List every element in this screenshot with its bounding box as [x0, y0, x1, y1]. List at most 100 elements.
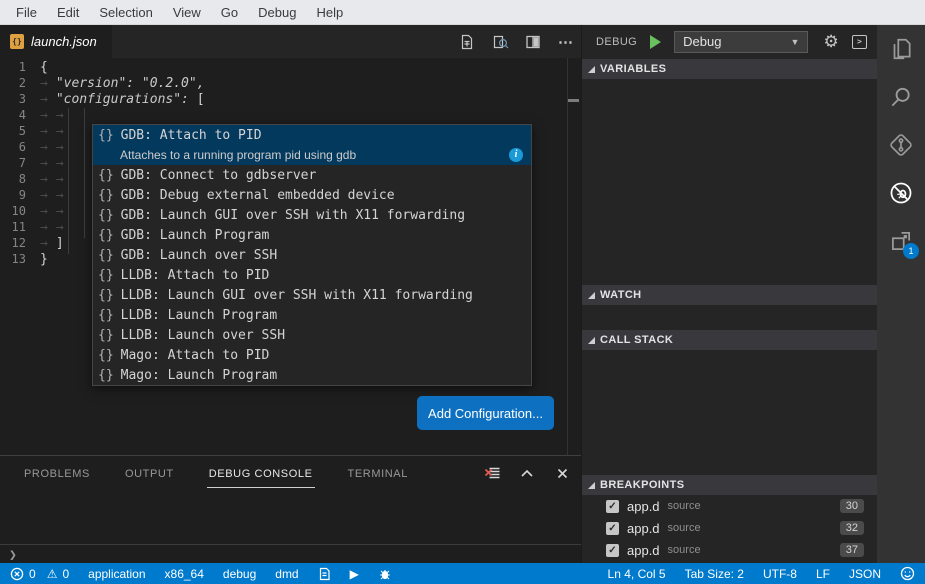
- chevron-down-icon: ▼: [791, 37, 800, 47]
- add-configuration-button[interactable]: Add Configuration...: [417, 396, 554, 430]
- encoding-status[interactable]: UTF-8: [763, 567, 797, 581]
- suggest-item-label: GDB: Attach to PID: [121, 128, 262, 143]
- build-mode-status[interactable]: debug: [223, 567, 256, 581]
- twisty-expanded-icon: [588, 337, 595, 344]
- whitespace-tab-arrows: →: [40, 76, 56, 92]
- section-variables[interactable]: VARIABLES: [582, 59, 877, 79]
- open-preview-icon[interactable]: [491, 33, 509, 51]
- console-input-divider: [0, 544, 581, 545]
- search-icon[interactable]: [877, 73, 925, 121]
- menu-item[interactable]: File: [6, 5, 47, 20]
- cursor-position-status[interactable]: Ln 4, Col 5: [608, 567, 666, 581]
- code-line[interactable]: 2→"version": "0.2.0",: [0, 76, 581, 92]
- suggest-item[interactable]: {} Mago: Launch Program: [93, 365, 531, 385]
- warning-icon: ⚠: [47, 567, 58, 581]
- snippet-braces-icon: {}: [98, 128, 114, 143]
- close-panel-icon[interactable]: [553, 464, 571, 482]
- section-call-stack[interactable]: CALL STACK: [582, 330, 877, 350]
- code-bracket: }: [40, 252, 48, 268]
- more-actions-icon[interactable]: ⋯: [557, 33, 575, 51]
- code-line[interactable]: 1{: [0, 60, 581, 76]
- breakpoint-checkbox[interactable]: ✓: [606, 522, 619, 535]
- breakpoint-checkbox[interactable]: ✓: [606, 500, 619, 513]
- gear-icon[interactable]: ⚙: [823, 33, 838, 50]
- compiler-status[interactable]: dmd: [275, 567, 298, 581]
- snippet-braces-icon: {}: [98, 348, 114, 363]
- run-icon[interactable]: ▶: [350, 567, 359, 581]
- menu-item[interactable]: Edit: [47, 5, 89, 20]
- split-editor-icon[interactable]: [524, 33, 542, 51]
- explorer-icon[interactable]: [877, 25, 925, 73]
- whitespace-tab-arrows: →→: [40, 124, 72, 140]
- clear-console-icon[interactable]: [483, 464, 501, 482]
- section-label: WATCH: [600, 289, 642, 301]
- breakpoint-row[interactable]: ✓ app.d source 30: [582, 495, 877, 517]
- code-bracket: ]: [56, 236, 64, 252]
- collapse-panel-icon[interactable]: [518, 464, 536, 482]
- debug-console-icon[interactable]: >: [852, 35, 867, 49]
- error-count: 0: [29, 567, 36, 581]
- problems-status[interactable]: 0 ⚠ 0: [10, 567, 69, 581]
- file-icon[interactable]: [318, 567, 331, 581]
- suggest-item[interactable]: {} LLDB: Launch GUI over SSH with X11 fo…: [93, 285, 531, 305]
- language-status[interactable]: JSON: [849, 567, 881, 581]
- suggest-item[interactable]: {} LLDB: Launch over SSH: [93, 325, 531, 345]
- suggest-item[interactable]: {} GDB: Connect to gdbserver: [93, 165, 531, 185]
- suggest-item[interactable]: {} LLDB: Attach to PID: [93, 265, 531, 285]
- source-control-icon[interactable]: [877, 121, 925, 169]
- start-debug-icon[interactable]: [650, 35, 661, 49]
- panel-tab[interactable]: DEBUG CONSOLE: [207, 459, 315, 488]
- menu-item[interactable]: View: [163, 5, 211, 20]
- debug-icon[interactable]: [877, 169, 925, 217]
- line-number: 2: [0, 76, 40, 92]
- menu-item[interactable]: Go: [211, 5, 248, 20]
- suggest-item-selected[interactable]: {} GDB: Attach to PID Attaches to a runn…: [93, 125, 531, 165]
- breakpoint-row[interactable]: ✓ app.d source 37: [582, 539, 877, 561]
- whitespace-tab-arrows: →: [40, 236, 56, 252]
- tab-launch-json[interactable]: {} launch.json: [0, 25, 112, 58]
- suggest-item-label: GDB: Launch GUI over SSH with X11 forwar…: [121, 208, 465, 223]
- suggest-item[interactable]: {} GDB: Launch GUI over SSH with X11 for…: [93, 205, 531, 225]
- code-bracket: [: [197, 92, 205, 108]
- menu-item[interactable]: Help: [306, 5, 353, 20]
- suggest-item-label: GDB: Launch Program: [121, 228, 270, 243]
- section-watch[interactable]: WATCH: [582, 285, 877, 305]
- debug-sidebar: DEBUG Debug ▼ ⚙ > VARIABLES WATCH CALL S…: [581, 25, 877, 563]
- suggest-item[interactable]: {} Mago: Attach to PID: [93, 345, 531, 365]
- document-grid-icon[interactable]: [458, 33, 476, 51]
- panel-tab[interactable]: PROBLEMS: [22, 459, 92, 488]
- breakpoint-checkbox[interactable]: ✓: [606, 544, 619, 557]
- feedback-smiley-icon[interactable]: [900, 566, 915, 581]
- tab-size-status[interactable]: Tab Size: 2: [685, 567, 744, 581]
- suggest-item-label: GDB: Connect to gdbserver: [121, 168, 317, 183]
- code-editor[interactable]: 1{ 2→"version": "0.2.0", 3→"configuratio…: [0, 58, 581, 455]
- suggest-item[interactable]: {} GDB: Debug external embedded device: [93, 185, 531, 205]
- panel-tab[interactable]: OUTPUT: [123, 459, 176, 488]
- suggest-item[interactable]: {} GDB: Launch Program: [93, 225, 531, 245]
- suggest-item-label: LLDB: Launch GUI over SSH with X11 forwa…: [121, 288, 473, 303]
- section-breakpoints[interactable]: BREAKPOINTS: [582, 475, 877, 495]
- whitespace-tab-arrows: →→: [40, 140, 72, 156]
- menu-item[interactable]: Selection: [89, 5, 162, 20]
- snippet-braces-icon: {}: [98, 208, 114, 223]
- arch-status[interactable]: x86_64: [165, 567, 204, 581]
- code-line[interactable]: 4→→: [0, 108, 581, 124]
- status-bar: 0 ⚠ 0 application x86_64 debug dmd ▶: [0, 563, 925, 584]
- bug-icon[interactable]: [378, 567, 392, 581]
- snippet-braces-icon: {}: [98, 268, 114, 283]
- code-line[interactable]: 3→"configurations": [: [0, 92, 581, 108]
- panel-tab[interactable]: TERMINAL: [346, 459, 410, 488]
- breakpoints-list: ✓ app.d source 30 ✓ app.d source 32 ✓ ap…: [582, 495, 877, 561]
- suggest-item[interactable]: {} LLDB: Launch Program: [93, 305, 531, 325]
- info-icon[interactable]: i: [509, 148, 523, 162]
- menu-item[interactable]: Debug: [248, 5, 306, 20]
- suggest-item[interactable]: {} GDB: Launch over SSH: [93, 245, 531, 265]
- sidebar-title: DEBUG: [596, 36, 637, 48]
- build-type-status[interactable]: application: [88, 567, 145, 581]
- vscode-window: File Edit Selection View Go Debug Help {…: [0, 0, 925, 584]
- extensions-icon[interactable]: 1: [877, 217, 925, 265]
- console-prompt[interactable]: ❯: [9, 548, 17, 563]
- breakpoint-row[interactable]: ✓ app.d source 32: [582, 517, 877, 539]
- debug-configuration-select[interactable]: Debug ▼: [674, 31, 808, 53]
- eol-status[interactable]: LF: [816, 567, 830, 581]
